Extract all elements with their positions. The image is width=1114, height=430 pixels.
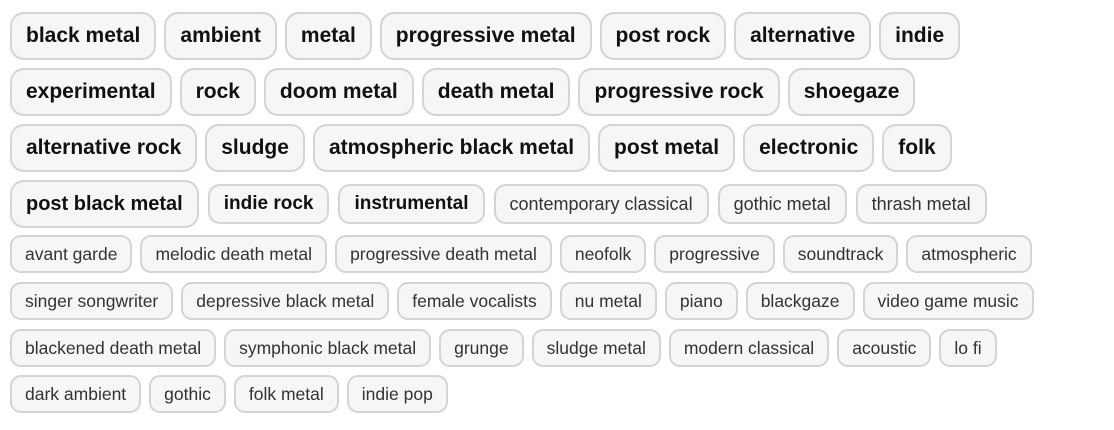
tag-indie-pop[interactable]: indie pop [346,375,448,413]
tag-soundtrack[interactable]: soundtrack [782,235,899,273]
tag-death-metal[interactable]: death metal [421,68,571,116]
tag-post-black-metal[interactable]: post black metal [10,180,199,228]
tag-blackened-death-metal[interactable]: blackened death metal [10,329,217,367]
tag-avant-garde[interactable]: avant garde [10,235,133,273]
tag-row-4: post black metal indie rock instrumental… [10,180,987,228]
tag-progressive-death-metal[interactable]: progressive death metal [335,235,552,273]
tag-progressive-metal[interactable]: progressive metal [379,12,592,60]
tag-row-1: black metal ambient metal progressive me… [10,12,961,60]
tag-neofolk[interactable]: neofolk [559,235,647,273]
tag-atmospheric-black-metal[interactable]: atmospheric black metal [312,124,591,172]
tag-atmospheric[interactable]: atmospheric [906,235,1032,273]
tag-progressive-rock[interactable]: progressive rock [578,68,780,116]
tag-contemporary-classical[interactable]: contemporary classical [493,184,709,224]
tag-indie[interactable]: indie [879,12,961,60]
tag-metal[interactable]: metal [284,12,372,60]
tag-symphonic-black-metal[interactable]: symphonic black metal [224,329,432,367]
tag-acoustic[interactable]: acoustic [837,329,932,367]
tag-singer-songwriter[interactable]: singer songwriter [10,282,174,320]
tag-row-6: singer songwriter depressive black metal… [10,282,1034,320]
tag-grunge[interactable]: grunge [439,329,524,367]
tag-row-2: experimental rock doom metal death metal… [10,68,916,116]
tag-row-7: blackened death metal symphonic black me… [10,329,997,367]
tag-folk-metal[interactable]: folk metal [233,375,339,413]
tag-sludge-metal[interactable]: sludge metal [531,329,661,367]
tag-post-rock[interactable]: post rock [599,12,727,60]
tag-progressive[interactable]: progressive [654,235,775,273]
tag-experimental[interactable]: experimental [10,68,172,116]
tag-cloud: black metal ambient metal progressive me… [0,0,1114,430]
tag-female-vocalists[interactable]: female vocalists [397,282,552,320]
tag-indie-rock[interactable]: indie rock [207,184,330,224]
tag-black-metal[interactable]: black metal [10,12,157,60]
tag-ambient[interactable]: ambient [164,12,277,60]
tag-alternative-rock[interactable]: alternative rock [10,124,198,172]
tag-modern-classical[interactable]: modern classical [668,329,830,367]
tag-alternative[interactable]: alternative [734,12,872,60]
tag-post-metal[interactable]: post metal [598,124,736,172]
tag-dark-ambient[interactable]: dark ambient [10,375,142,413]
tag-nu-metal[interactable]: nu metal [559,282,657,320]
tag-row-3: alternative rock sludge atmospheric blac… [10,124,952,172]
tag-doom-metal[interactable]: doom metal [263,68,414,116]
tag-depressive-black-metal[interactable]: depressive black metal [181,282,390,320]
tag-thrash-metal[interactable]: thrash metal [855,184,987,224]
tag-rock[interactable]: rock [179,68,256,116]
tag-gothic-metal[interactable]: gothic metal [717,184,847,224]
tag-row-5: avant garde melodic death metal progress… [10,235,1032,273]
tag-shoegaze[interactable]: shoegaze [787,68,916,116]
tag-lo-fi[interactable]: lo fi [939,329,997,367]
tag-melodic-death-metal[interactable]: melodic death metal [140,235,328,273]
tag-instrumental[interactable]: instrumental [338,184,485,224]
tag-blackgaze[interactable]: blackgaze [745,282,855,320]
tag-electronic[interactable]: electronic [743,124,875,172]
tag-piano[interactable]: piano [664,282,738,320]
tag-video-game-music[interactable]: video game music [862,282,1034,320]
tag-row-8: dark ambient gothic folk metal indie pop [10,375,448,413]
tag-gothic[interactable]: gothic [149,375,226,413]
tag-folk[interactable]: folk [882,124,952,172]
tag-sludge[interactable]: sludge [205,124,305,172]
